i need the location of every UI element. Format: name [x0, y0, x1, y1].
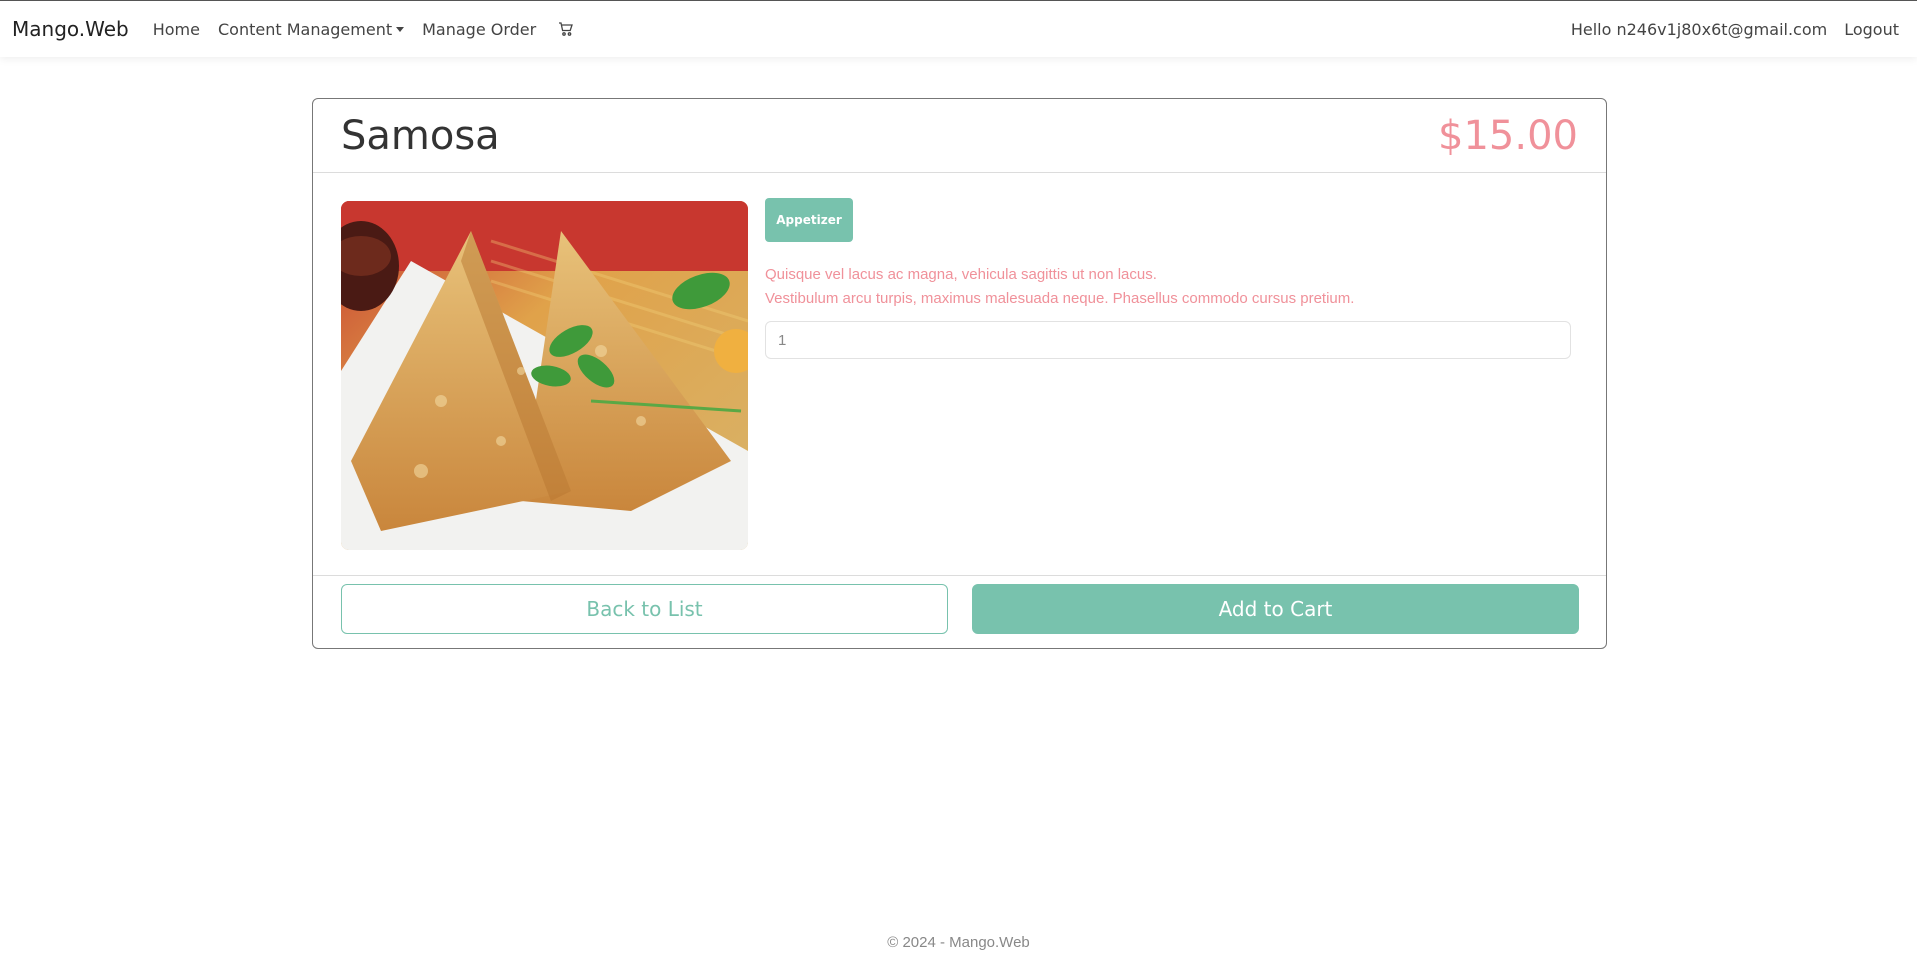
card-footer: Back to List Add to Cart: [313, 576, 1606, 648]
card-header: Samosa $15.00: [313, 99, 1606, 173]
user-greeting: Hello n246v1j80x6t@gmail.com: [1570, 19, 1828, 39]
product-image: [341, 201, 748, 550]
nav-manage-order-link[interactable]: Manage Order: [422, 20, 536, 39]
description-line-2: Vestibulum arcu turpis, maximus malesuad…: [765, 290, 1355, 307]
product-detail-card: Samosa $15.00 Appetizer Quisque vel lacu…: [312, 98, 1607, 649]
product-description: Quisque vel lacus ac magna, vehicula sag…: [765, 263, 1565, 311]
category-badge: Appetizer: [765, 198, 853, 242]
brand-link[interactable]: Mango.Web: [12, 17, 129, 41]
top-navbar: Mango.Web Home Content Management Manage…: [0, 0, 1917, 57]
nav-home-link[interactable]: Home: [153, 20, 200, 39]
caret-down-icon: [396, 26, 405, 32]
page-footer: © 2024 - Mango.Web: [887, 934, 1030, 951]
cart-icon[interactable]: [558, 21, 574, 37]
product-name: Samosa: [341, 112, 500, 159]
nav-manage-order-label: Manage Order: [422, 19, 537, 39]
quantity-input[interactable]: [765, 321, 1571, 359]
nav-content-management-dropdown[interactable]: Content Management: [217, 19, 405, 39]
description-line-1: Quisque vel lacus ac magna, vehicula sag…: [765, 266, 1157, 283]
nav-home-label: Home: [152, 19, 200, 39]
card-body: Appetizer Quisque vel lacus ac magna, ve…: [313, 173, 1606, 576]
logout-link[interactable]: Logout: [1844, 20, 1899, 39]
nav-content-management-label: Content Management: [217, 19, 393, 39]
add-to-cart-button[interactable]: Add to Cart: [972, 584, 1579, 634]
nav-items: Home Content Management Manage Order: [135, 20, 574, 39]
nav-right: Hello n246v1j80x6t@gmail.com Logout: [1554, 20, 1899, 39]
back-to-list-button[interactable]: Back to List: [341, 584, 948, 634]
product-price: $15.00: [1438, 112, 1578, 159]
